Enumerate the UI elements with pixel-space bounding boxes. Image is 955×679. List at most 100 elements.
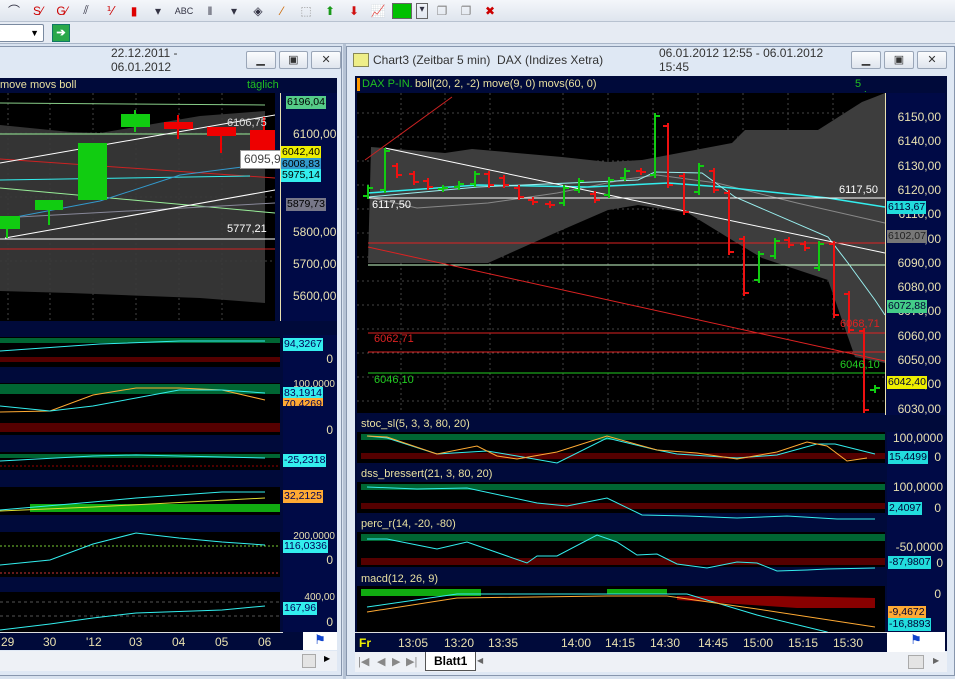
- dropdown-icon[interactable]: ▾: [148, 4, 168, 18]
- left-label-low: 5777,21: [226, 223, 268, 236]
- parallel-lines-icon[interactable]: ⫽: [76, 3, 96, 18]
- indicator-value: 94,3267: [283, 338, 323, 351]
- scroll-thumb[interactable]: [908, 655, 924, 669]
- vertical-lines-icon[interactable]: ‖: [200, 4, 220, 18]
- time-label: Fr: [359, 636, 371, 650]
- chart-label: 6062,71: [373, 333, 415, 346]
- indicator-value: 32,2125: [283, 490, 323, 503]
- left-scrollbar[interactable]: ▶: [0, 651, 337, 671]
- axis-label: 6060,00: [898, 329, 941, 343]
- axis-label: 6050,00: [898, 353, 941, 367]
- indicator-value: 2,4097: [888, 502, 922, 515]
- maximize-button[interactable]: ▣: [279, 51, 309, 69]
- arcs-icon[interactable]: ⌒: [4, 2, 24, 19]
- arrow-down-icon[interactable]: ⬇: [344, 4, 364, 18]
- next-sheet-icon[interactable]: ▶: [392, 655, 400, 668]
- right-indicator-header: DAX P-IN. boll(20, 2, -2) move(9, 0) mov…: [357, 78, 885, 92]
- dropdown-icon[interactable]: ▾: [416, 3, 428, 19]
- indicator-value: -25,2318: [283, 454, 326, 467]
- indicator-value: 167,96: [283, 602, 317, 615]
- maximize-button[interactable]: ▣: [884, 51, 914, 69]
- time-label: 06: [258, 635, 271, 649]
- chart-label: 6068,71: [839, 318, 881, 331]
- fibonacci-icon[interactable]: ⅟: [100, 4, 120, 18]
- gann-fan-icon[interactable]: G⁄: [52, 4, 72, 18]
- axis-label: 5600,00: [293, 289, 336, 303]
- right-subpane-axis: 100,0000 15,4499 0 100,0000 2,4097 0 -50…: [887, 432, 945, 632]
- axis-label: 5800,00: [293, 225, 336, 239]
- secondary-toolbar: ▼ ➔: [0, 22, 955, 44]
- time-label: 03: [129, 635, 142, 649]
- chart-label: 6046,10: [839, 359, 881, 372]
- axis-label: 0: [934, 450, 941, 464]
- left-subpanes: [0, 320, 280, 632]
- chart-line-icon[interactable]: 📈: [368, 4, 388, 18]
- percr-pane-title: perc_r(14, -20, -80): [361, 518, 456, 530]
- last-sheet-icon[interactable]: ▶|: [406, 655, 417, 668]
- dropdown-icon[interactable]: ▾: [224, 4, 244, 18]
- time-label: 14:30: [650, 636, 680, 650]
- speed-line-s-icon[interactable]: S⁄: [28, 4, 48, 18]
- price-tag: 6113,67: [887, 201, 926, 214]
- grid-icon[interactable]: ⬚: [296, 4, 316, 18]
- close-button[interactable]: ✕: [311, 51, 341, 69]
- ohlc-bar: [870, 385, 880, 393]
- candle-color-icon[interactable]: ▮: [124, 4, 144, 18]
- close-all-icon[interactable]: ✖: [480, 4, 500, 18]
- axis-label: 6100,00: [293, 127, 336, 141]
- left-label-high: 6106,75: [226, 117, 268, 130]
- scroll-thumb[interactable]: [302, 654, 316, 668]
- price-tag: 6196,04: [286, 96, 326, 109]
- scroll-right-icon[interactable]: ▶: [933, 656, 939, 665]
- arrow-up-icon[interactable]: ⬆: [320, 4, 340, 18]
- cascade-icon[interactable]: ❐: [432, 4, 452, 18]
- indicator-value: 70,4269: [283, 398, 323, 406]
- flag-icon[interactable]: ⚑: [303, 632, 337, 650]
- orange-marker: [357, 78, 360, 91]
- tile-icon[interactable]: ❐: [456, 4, 476, 18]
- color-picker-icon[interactable]: [392, 3, 412, 19]
- chart-label: 6046,10: [373, 374, 415, 387]
- chart-label: 6117,50: [371, 199, 412, 212]
- indicator-value: 15,4499: [888, 451, 928, 464]
- axis-label: 6080,00: [898, 280, 941, 294]
- right-price-chart: [357, 93, 885, 413]
- minimize-button[interactable]: ▁: [246, 51, 276, 69]
- first-sheet-icon[interactable]: |◀: [358, 655, 369, 668]
- price-tag: 6042,40: [887, 376, 927, 389]
- time-label: 13:20: [444, 636, 474, 650]
- scroll-right-icon[interactable]: ▶: [324, 654, 330, 663]
- crosshair-icon[interactable]: ◈: [248, 4, 268, 18]
- right-subpanes: [357, 432, 885, 632]
- close-button[interactable]: ✕: [917, 51, 947, 69]
- axis-label: 5700,00: [293, 257, 336, 271]
- price-tag: 5879,73: [286, 198, 326, 211]
- time-label: 14:45: [698, 636, 728, 650]
- time-label: 13:05: [398, 636, 428, 650]
- left-period-label: täglich: [247, 79, 279, 91]
- left-time-axis: 29 30 '12 03 04 05 06: [0, 632, 283, 650]
- chart-window-title: Chart3 (Zeitbar 5 min) DAX (Indizes Xetr…: [373, 53, 659, 67]
- minimize-button[interactable]: ▁: [851, 51, 881, 69]
- left-date-range: 22.12.2011 - 06.01.2012: [111, 46, 240, 74]
- symbol-label: DAX P-IN.: [362, 78, 413, 90]
- time-label: 30: [43, 635, 56, 649]
- drawing-toolbar: ⌒ S⁄ G⁄ ⫽ ⅟ ▮ ▾ ABC ‖ ▾ ◈ ⁄ ⬚ ⬆ ⬇ 📈 ▾ ❐ …: [0, 0, 955, 22]
- price-tag: 5975,14: [281, 169, 321, 182]
- macd-pane-title: macd(12, 26, 9): [361, 573, 438, 585]
- go-button[interactable]: ➔: [52, 24, 70, 42]
- axis-label: 0: [934, 587, 941, 601]
- time-label: 04: [172, 635, 185, 649]
- sheet-tab-blatt1[interactable]: Blatt1: [425, 652, 476, 671]
- text-abc-icon[interactable]: ABC: [172, 6, 196, 16]
- scroll-left-icon[interactable]: ◀: [477, 656, 483, 665]
- time-label: 13:35: [488, 636, 518, 650]
- right-title-bar: Chart3 (Zeitbar 5 min) DAX (Indizes Xetr…: [347, 47, 954, 73]
- prev-sheet-icon[interactable]: ◀: [377, 655, 385, 668]
- marker-icon[interactable]: ⁄: [272, 4, 292, 18]
- time-label: '12: [86, 635, 102, 649]
- symbol-dropdown[interactable]: ▼: [0, 24, 44, 42]
- indicator-value: -16,8893: [888, 618, 931, 631]
- indicators-label: boll(20, 2, -2) move(9, 0) movs(60, 0): [415, 78, 597, 90]
- flag-icon[interactable]: ⚑: [887, 632, 945, 652]
